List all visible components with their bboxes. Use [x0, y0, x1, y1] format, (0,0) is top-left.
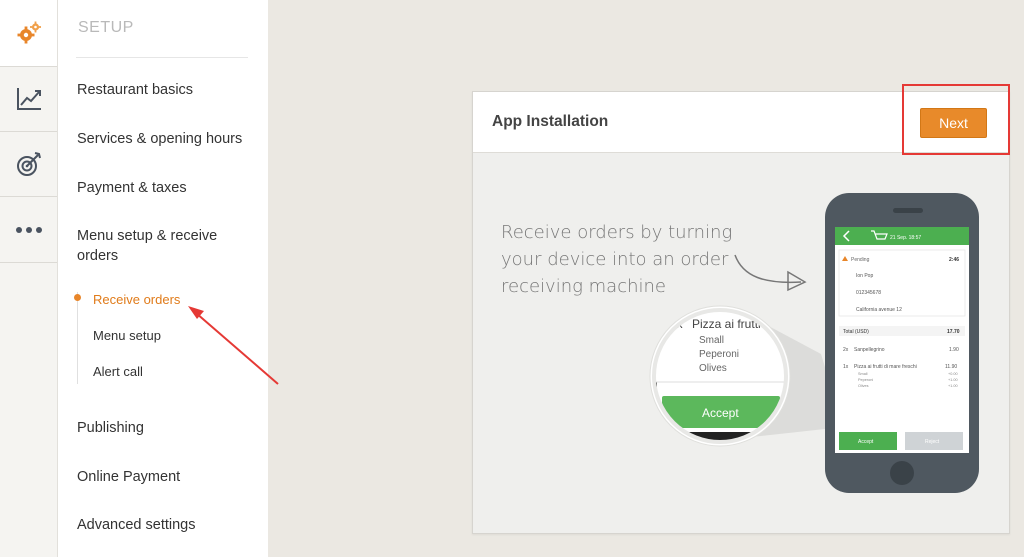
more-icon: [15, 226, 42, 233]
phone-line2-qty: 1x: [843, 364, 849, 370]
phone-reject: Reject: [925, 439, 940, 445]
phone-accept: Accept: [858, 439, 874, 445]
nav-menu-setup-receive-orders[interactable]: Menu setup & receive orders: [77, 226, 227, 266]
chart-icon: [16, 88, 41, 110]
rail-setup[interactable]: [0, 0, 57, 66]
next-highlight-box: [902, 84, 1010, 155]
phone-line1-qty: 2x: [843, 347, 849, 353]
phone-status: Pending: [851, 257, 870, 263]
zoom-option-2: Peperoni: [699, 349, 739, 360]
phone-option-price-1: +0.00: [948, 372, 958, 376]
tagline-arrowhead: [787, 270, 807, 292]
phone-option-price-3: +1.00: [948, 384, 958, 388]
tagline-line-3: receiving machine: [501, 276, 666, 297]
phone-timer: 2:46: [949, 257, 959, 263]
sub-nav-menu-setup[interactable]: Menu setup: [93, 328, 161, 343]
zoom-accept: Accept: [702, 406, 739, 420]
rail-reports[interactable]: [0, 66, 57, 132]
phone-option-3: Olives: [858, 384, 869, 388]
nav-restaurant-basics[interactable]: Restaurant basics: [77, 80, 257, 100]
phone-total-label: Total (USD): [843, 329, 869, 335]
sub-nav-alert-call[interactable]: Alert call: [93, 364, 143, 379]
phone-line1-name: Sanpellegrino: [854, 347, 885, 353]
nav-online-payment[interactable]: Online Payment: [77, 467, 257, 487]
zoom-option-1: Small: [699, 335, 724, 346]
rail-more[interactable]: [0, 197, 57, 263]
panel-divider: [76, 57, 248, 58]
setup-gears-icon: [17, 21, 41, 44]
nav-publishing[interactable]: Publishing: [77, 418, 257, 438]
panel-title: SETUP: [78, 19, 134, 36]
phone-line2-name: Pizza ai frutti di mare freschi: [854, 364, 917, 370]
setup-panel: SETUP Restaurant basics Services & openi…: [58, 0, 268, 557]
nav-services-opening-hours[interactable]: Services & opening hours: [77, 129, 257, 149]
target-icon: [16, 151, 41, 176]
tagline-line-1: Receive orders by turning: [501, 222, 732, 243]
tagline-arrow: [734, 254, 802, 284]
rail-marketing[interactable]: [0, 131, 57, 197]
icon-rail: [0, 0, 58, 557]
phone-number: 012345678: [856, 290, 881, 296]
sub-nav-line: [77, 292, 78, 384]
app-installation-card: App Installation Next Receive orders by …: [472, 91, 1010, 534]
tagline-line-2: your device into an order: [501, 249, 729, 270]
active-indicator-dot: [74, 294, 81, 301]
phone-mockup: 21 Sep. 18:57 Pending 2:46 Ion Pop 01234…: [825, 193, 979, 493]
phone-address: California avenue 12: [856, 307, 902, 313]
nav-advanced-settings[interactable]: Advanced settings: [77, 515, 257, 535]
nav-payment-taxes[interactable]: Payment & taxes: [77, 178, 257, 198]
phone-customer: Ion Pop: [856, 273, 873, 279]
phone-option-1: Small: [858, 372, 868, 376]
sub-nav-receive-orders[interactable]: Receive orders: [93, 292, 180, 307]
app-illustration: Receive orders by turning your device in…: [501, 193, 979, 493]
phone-line2-price: 11.90: [945, 364, 957, 370]
phone-option-2: Peperoni: [858, 378, 873, 382]
phone-line1-price: 1.90: [949, 347, 959, 353]
phone-total-value: 17.70: [947, 329, 960, 335]
phone-date: 21 Sep. 18:57: [890, 235, 921, 241]
phone-option-price-2: +1.00: [948, 378, 958, 382]
zoom-option-3: Olives: [699, 363, 727, 374]
